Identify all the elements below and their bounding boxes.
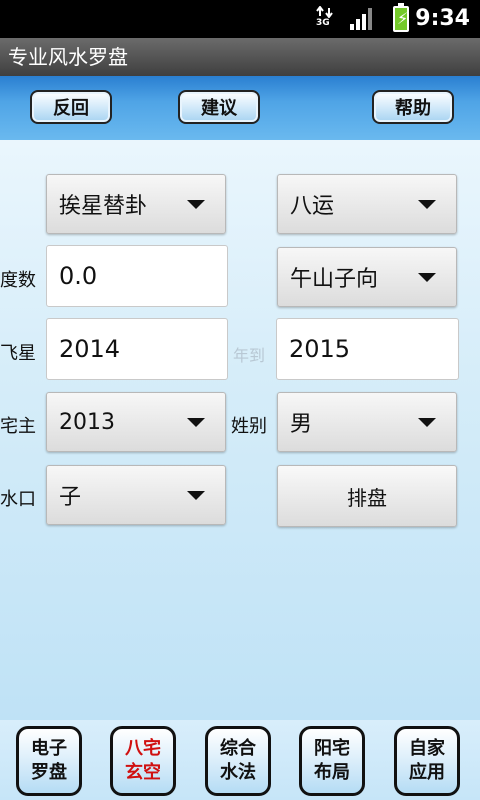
year-from-input[interactable]: 2014	[46, 318, 228, 380]
degree-input[interactable]: 0.0	[46, 245, 228, 307]
suggest-button[interactable]: 建议	[178, 90, 260, 124]
help-button[interactable]: 帮助	[372, 90, 454, 124]
nav-label-line1: 综合	[220, 738, 256, 759]
dropdown-arrow-icon	[418, 200, 436, 209]
period-spinner[interactable]: 八运	[277, 174, 457, 234]
status-clock: 9:34	[415, 6, 470, 31]
dropdown-arrow-icon	[418, 418, 436, 427]
status-bar: 3G ⚡ 9:34	[0, 0, 480, 38]
nav-label-line2: 水法	[220, 762, 256, 783]
year-to-input[interactable]: 2015	[276, 318, 459, 380]
nav-house-layout[interactable]: 阳宅 布局	[299, 726, 365, 796]
method-value: 挨星替卦	[59, 194, 148, 219]
water-spinner[interactable]: 子	[46, 465, 226, 525]
nav-label-line1: 自家	[409, 738, 445, 759]
dropdown-arrow-icon	[187, 491, 205, 500]
direction-spinner[interactable]: 午山子向	[277, 247, 457, 307]
nav-bazhai-xuankong[interactable]: 八宅 玄空	[110, 726, 176, 796]
network-type-label: 3G	[316, 18, 330, 28]
period-value: 八运	[290, 194, 335, 219]
nav-label-line1: 八宅	[125, 738, 161, 759]
owner-label: 宅主	[0, 416, 36, 437]
top-toolbar: 反回 建议 帮助	[0, 76, 480, 140]
form-area: 挨星替卦 八运 度数 0.0 午山子向 飞星 2014 年到 2015 宅主 2…	[0, 140, 480, 720]
dropdown-arrow-icon	[187, 200, 205, 209]
gender-spinner[interactable]: 男	[277, 392, 457, 452]
back-button[interactable]: 反回	[30, 90, 112, 124]
owner-year-value: 2013	[59, 409, 115, 435]
flystar-label: 飞星	[0, 343, 36, 364]
water-value: 子	[59, 485, 82, 510]
app-title: 专业风水罗盘	[0, 38, 480, 76]
dropdown-arrow-icon	[187, 418, 205, 427]
method-spinner[interactable]: 挨星替卦	[46, 174, 226, 234]
nav-electronic-compass[interactable]: 电子 罗盘	[16, 726, 82, 796]
owner-year-spinner[interactable]: 2013	[46, 392, 226, 452]
signal-strength-icon	[350, 8, 376, 30]
water-label: 水口	[0, 489, 36, 510]
bottom-nav: 电子 罗盘 八宅 玄空 综合 水法 阳宅 布局 自家 应用	[0, 720, 480, 800]
nav-label-line2: 罗盘	[31, 762, 67, 783]
degree-label: 度数	[0, 270, 36, 291]
nav-label-line2: 玄空	[125, 762, 161, 783]
nav-home-application[interactable]: 自家 应用	[394, 726, 460, 796]
year-to-label: 年到	[233, 346, 266, 365]
nav-label-line2: 应用	[409, 762, 445, 783]
network-3g-icon: 3G	[316, 6, 334, 32]
battery-charging-icon: ⚡	[393, 3, 409, 32]
gender-value: 男	[290, 412, 313, 437]
nav-label-line1: 阳宅	[314, 738, 350, 759]
direction-value: 午山子向	[290, 267, 379, 292]
gender-label: 姓别	[231, 416, 267, 437]
dropdown-arrow-icon	[418, 273, 436, 282]
arrange-button[interactable]: 排盘	[277, 465, 457, 527]
nav-label-line1: 电子	[31, 738, 67, 759]
nav-water-method[interactable]: 综合 水法	[205, 726, 271, 796]
nav-label-line2: 布局	[314, 762, 350, 783]
